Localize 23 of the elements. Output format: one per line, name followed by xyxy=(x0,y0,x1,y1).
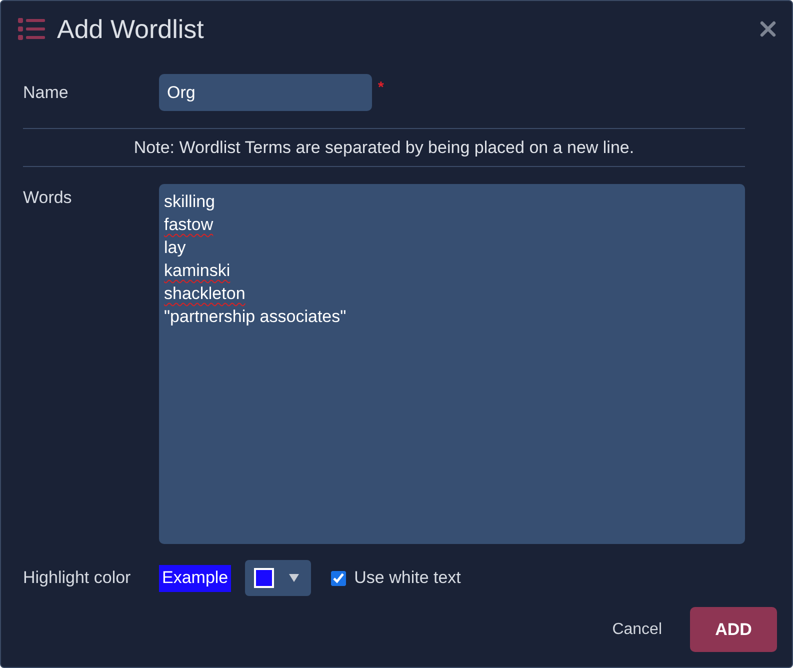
word-line: kaminski xyxy=(164,260,230,282)
close-icon[interactable] xyxy=(760,21,776,37)
caret-icon xyxy=(289,574,300,582)
option-label: Use white text xyxy=(354,567,461,590)
words-textarea[interactable]: skilling fastow lay kaminski shackleton "partnership associates" xyxy=(159,184,745,544)
required-mark: * xyxy=(378,80,384,95)
word-line: fastow xyxy=(164,214,214,236)
add-button[interactable]: ADD xyxy=(690,607,777,652)
name-label: Name xyxy=(23,82,68,102)
option-checkbox[interactable] xyxy=(331,570,346,586)
highlight-example: Example xyxy=(159,564,232,592)
word-line: lay xyxy=(164,237,186,259)
word-line: "partnership associates" xyxy=(164,306,346,328)
dialog-title: Add Wordlist xyxy=(57,16,204,42)
words-label: Words xyxy=(23,188,72,207)
name-input[interactable]: Org xyxy=(159,74,372,111)
color-picker-button[interactable] xyxy=(245,560,312,596)
word-line: shackleton xyxy=(164,283,246,305)
note-text: Note: Wordlist Terms are separated by being placed on a new line. xyxy=(134,136,634,159)
highlight-color-label: Highlight color xyxy=(23,568,131,587)
word-line: skilling xyxy=(164,191,216,213)
list-icon xyxy=(18,18,45,40)
cancel-button[interactable]: Cancel xyxy=(602,607,672,652)
